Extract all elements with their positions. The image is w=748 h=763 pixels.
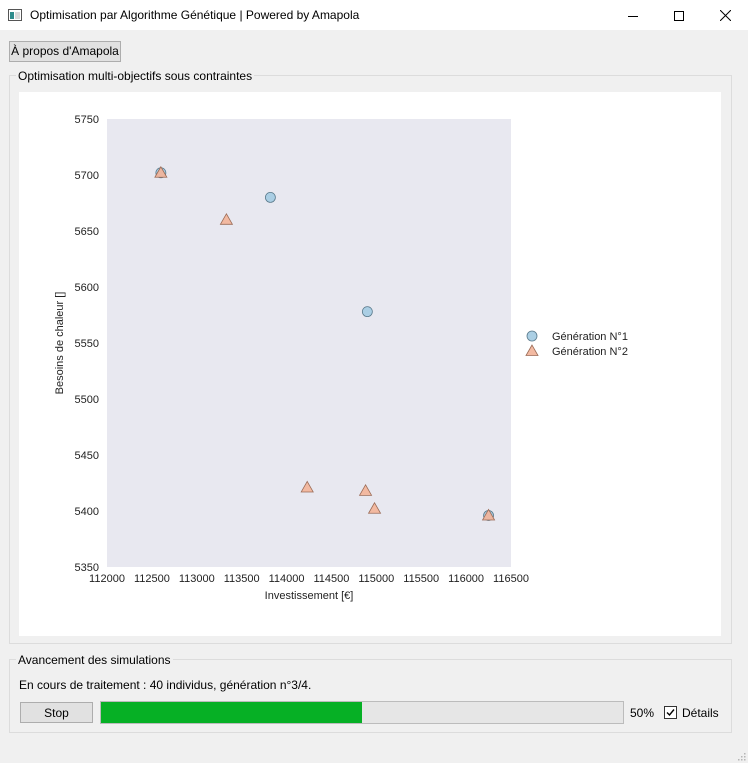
maximize-icon <box>674 10 684 21</box>
y-tick-label: 5600 <box>75 282 99 294</box>
x-tick-label: 116500 <box>493 573 529 585</box>
y-tick-label: 5750 <box>75 114 99 126</box>
y-axis-label: Besoins de chaleur [] <box>54 292 66 395</box>
y-tick-label: 5400 <box>75 506 99 518</box>
chart-group-title: Optimisation multi-objectifs sous contra… <box>16 69 255 83</box>
legend-entry-2: Génération N°2 <box>552 346 628 358</box>
close-icon <box>719 10 731 21</box>
x-tick-label: 113500 <box>224 573 260 585</box>
x-tick-label: 112500 <box>134 573 170 585</box>
x-tick-label: 115000 <box>358 573 394 585</box>
details-checkbox[interactable] <box>664 706 677 719</box>
y-tick-label: 5450 <box>75 450 99 462</box>
checkmark-icon <box>666 709 675 717</box>
x-tick-label: 114000 <box>269 573 305 585</box>
series-1-point <box>264 192 276 203</box>
scatter-chart: 112000 112500 113000 113500 114000 114500 1150… <box>54 114 628 602</box>
x-tick-label: 115500 <box>403 573 439 585</box>
stop-button[interactable]: Stop <box>20 702 93 723</box>
resize-grip-icon[interactable] <box>736 751 746 761</box>
progress-group-title: Avancement des simulations <box>16 653 173 667</box>
series-1-point <box>361 306 373 318</box>
progress-bar <box>100 701 624 724</box>
y-tick-label: 5650 <box>75 226 99 238</box>
legend-marker-2 <box>525 344 539 356</box>
x-tick-label: 116000 <box>448 573 484 585</box>
about-button[interactable]: À propos d'Amapola <box>9 41 121 62</box>
plot-background <box>107 119 511 567</box>
y-tick-label: 5350 <box>75 562 99 574</box>
x-axis-label: Investissement [€] <box>265 590 354 602</box>
maximize-button[interactable] <box>656 0 702 31</box>
status-text: En cours de traitement : 40 individus, g… <box>19 678 312 692</box>
y-tick-label: 5500 <box>75 394 99 406</box>
close-button[interactable] <box>702 0 748 31</box>
x-tick-label: 113000 <box>179 573 215 585</box>
minimize-icon <box>628 15 638 17</box>
x-tick-label: 114500 <box>313 573 349 585</box>
x-tick-label: 112000 <box>89 573 125 585</box>
progress-percent: 50% <box>630 706 655 720</box>
title-bar: Optimisation par Algorithme Génétique | … <box>0 0 748 31</box>
progress-bar-fill <box>101 702 362 723</box>
y-tick-label: 5550 <box>75 338 99 350</box>
chart-canvas: 112000 112500 113000 113500 114000 114500 1150… <box>19 92 721 636</box>
details-label[interactable]: Détails <box>682 706 719 720</box>
app-icon <box>8 9 22 21</box>
window-title: Optimisation par Algorithme Génétique | … <box>30 8 360 22</box>
y-tick-label: 5700 <box>75 170 99 182</box>
legend-entry-1: Génération N°1 <box>552 331 628 343</box>
minimize-button[interactable] <box>610 0 656 31</box>
legend-marker-1 <box>526 330 538 342</box>
